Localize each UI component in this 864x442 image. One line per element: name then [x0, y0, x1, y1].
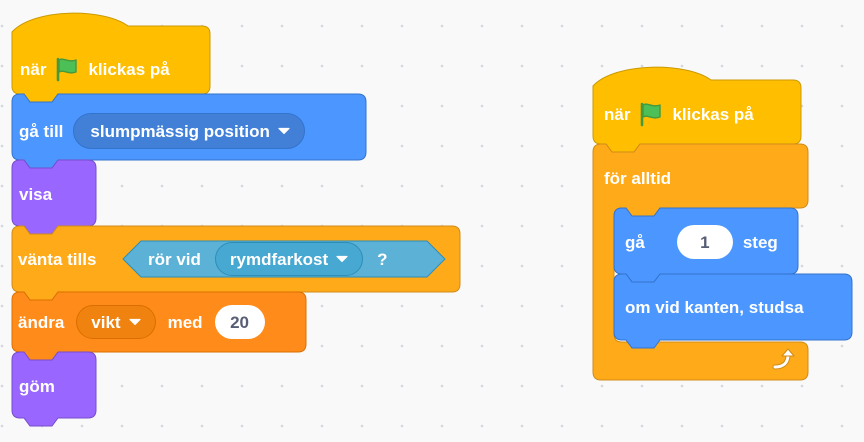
hat-1-content: när klickas på: [20, 49, 170, 89]
change-by-label: med: [167, 312, 203, 332]
bounce-content: om vid kanten, studsa: [625, 289, 804, 325]
hat-2-suffix: klickas på: [672, 104, 754, 124]
move-steps-input[interactable]: 1: [676, 225, 733, 259]
change-label: ändra: [18, 312, 65, 332]
hat-2-content: när klickas på: [604, 94, 754, 134]
green-flag-icon[interactable]: [54, 56, 80, 82]
green-flag-icon[interactable]: [638, 101, 664, 127]
forever-label: för alltid: [604, 168, 672, 188]
hide-content: göm: [19, 368, 55, 404]
dropdown-arrow-icon: [336, 255, 348, 263]
move-label: gå: [625, 232, 645, 252]
goto-label: gå till: [19, 121, 64, 141]
touching-menu[interactable]: rymdfarkost: [214, 242, 364, 276]
touching-content: rör vid rymdfarkost ?: [148, 241, 388, 277]
variable-menu[interactable]: vikt: [76, 305, 156, 339]
change-value-input[interactable]: 20: [214, 305, 265, 339]
goto-menu-value: slumpmässig position: [90, 121, 270, 141]
hat-1-suffix: klickas på: [88, 59, 170, 79]
variable-name: vikt: [91, 312, 121, 332]
bounce-label: om vid kanten, studsa: [625, 297, 804, 317]
dropdown-arrow-icon: [278, 127, 290, 135]
move-suffix: steg: [742, 232, 778, 252]
forever-content: för alltid: [604, 160, 671, 196]
wait-until-label: vänta tills: [18, 249, 97, 269]
show-content: visa: [19, 176, 52, 212]
loop-arrow-icon: [772, 348, 795, 370]
wait-until-content: vänta tills: [18, 241, 96, 277]
goto-menu[interactable]: slumpmässig position: [73, 113, 305, 149]
change-content: ändra vikt med 20: [18, 304, 265, 340]
goto-content: gå till slumpmässig position: [19, 111, 305, 151]
hat-2-prefix: när: [604, 104, 631, 124]
hat-1-prefix: när: [20, 59, 47, 79]
move-content: gå 1 steg: [625, 224, 778, 260]
code-workspace[interactable]: när klickas på gå till slumpmässig posit…: [0, 0, 864, 442]
touching-label: rör vid: [148, 249, 201, 269]
touching-menu-value: rymdfarkost: [229, 249, 329, 269]
dropdown-arrow-icon: [128, 318, 141, 326]
touching-question: ?: [377, 249, 388, 269]
show-label: visa: [19, 184, 53, 204]
hide-label: göm: [19, 376, 55, 396]
